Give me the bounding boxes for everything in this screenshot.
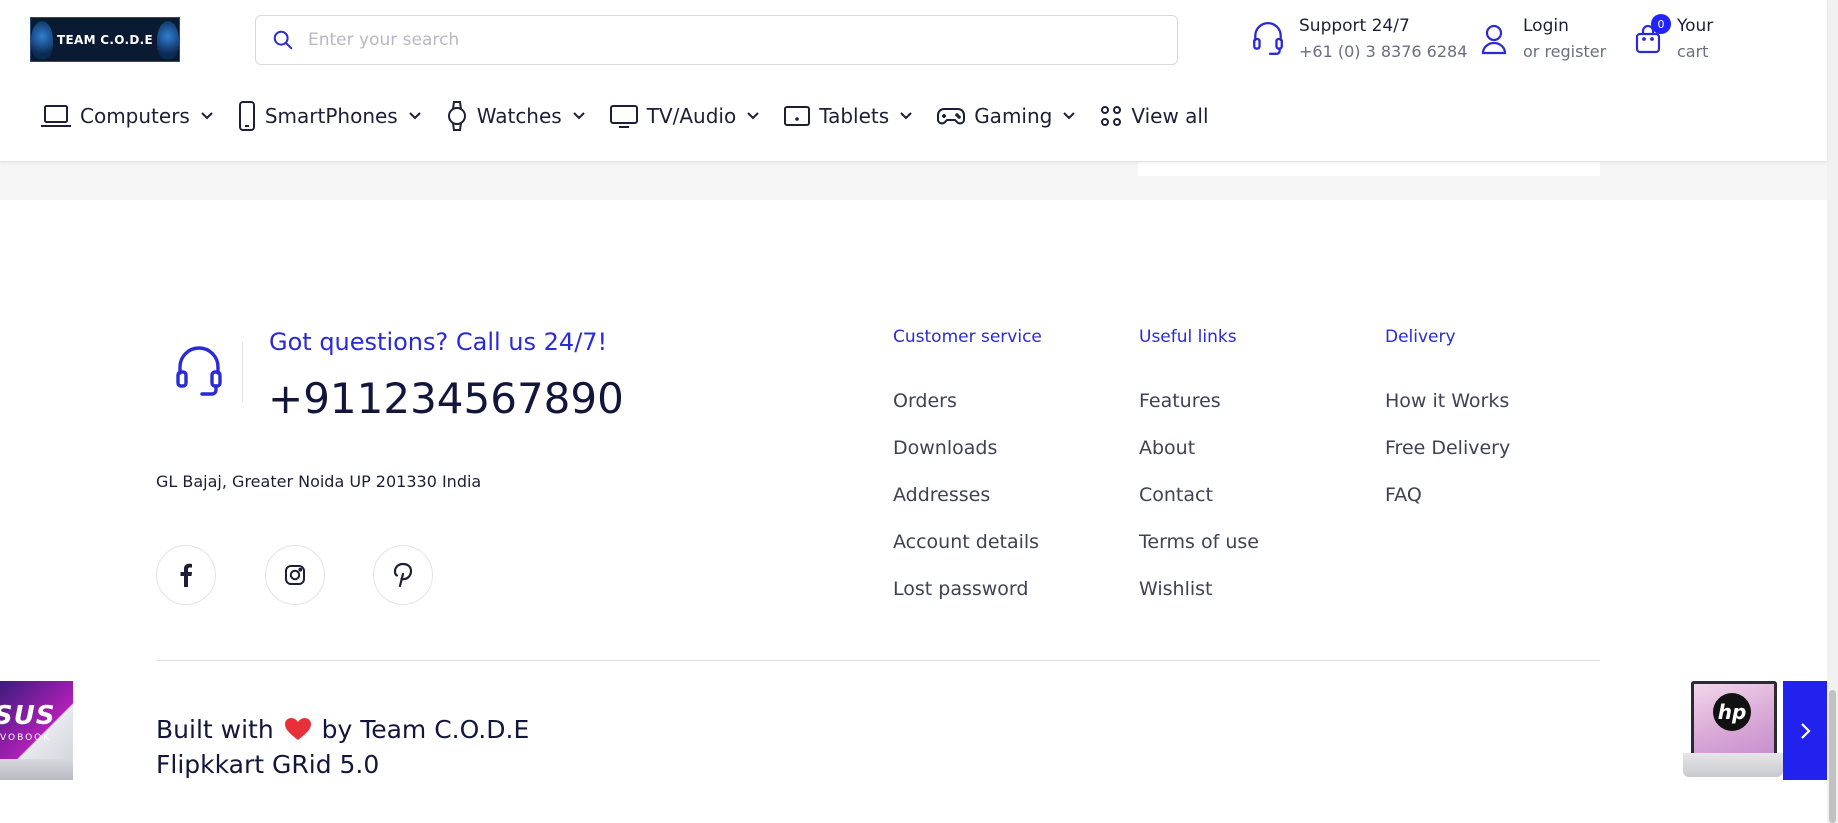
call-title: Got questions? Call us 24/7! [269, 328, 608, 356]
site-header: TEAM C.O.D.E Support 24/7 +61 (0) 3 8376… [0, 0, 1827, 162]
nav-item-tv-audio[interactable]: TV/Audio [609, 103, 760, 129]
footer-link-wishlist[interactable]: Wishlist [1139, 578, 1213, 600]
hp-logo: hp [1713, 693, 1751, 731]
nav-label: TV/Audio [646, 104, 737, 128]
pinterest-icon [393, 562, 413, 588]
logo-mascot-right [156, 20, 179, 59]
watch-icon [447, 101, 466, 131]
nav-item-smartphones[interactable]: SmartPhones [237, 100, 422, 132]
support-title: Support 24/7 [1299, 16, 1410, 36]
nav-item-watches[interactable]: Watches [445, 100, 586, 132]
grid-dots-icon [1101, 106, 1122, 126]
user-icon [1481, 24, 1507, 55]
search-icon[interactable] [272, 29, 294, 51]
footer-link-addresses[interactable]: Addresses [893, 484, 990, 506]
chevron-right-icon [1801, 722, 1811, 739]
nav-label: Computers [80, 104, 190, 128]
headset-icon [1253, 21, 1283, 55]
footer-link-how-it-works[interactable]: How it Works [1385, 390, 1509, 412]
section-card-edge [1138, 162, 1600, 176]
heart-icon [284, 718, 311, 740]
facebook-button[interactable] [156, 545, 216, 605]
login-link[interactable]: Login [1523, 13, 1606, 39]
chevron-down-icon [900, 112, 912, 120]
search-bar [255, 15, 1178, 65]
footer-link-account-details[interactable]: Account details [893, 531, 1039, 553]
nav-item-tablets[interactable]: Tablets [783, 104, 913, 128]
footer-link-terms-of-use[interactable]: Terms of use [1139, 531, 1259, 553]
store-address: GL Bajaj, Greater Noida UP 201330 India [156, 472, 482, 491]
next-slide-button[interactable] [1783, 681, 1827, 780]
thumb-sub-left: VOBOOK [0, 733, 52, 743]
footer-link-downloads[interactable]: Downloads [893, 437, 997, 459]
cart-label-line1: Your [1677, 16, 1714, 36]
thumb-brand-left: SUS [0, 701, 56, 731]
chevron-down-icon [201, 112, 213, 120]
nav-label: Watches [476, 104, 562, 128]
footer-divider [156, 660, 1600, 661]
product-thumb-laptop-left[interactable]: SUS VOBOOK [0, 681, 73, 780]
thumb-laptop-base [0, 759, 73, 780]
credit-prefix: Built with [156, 715, 274, 744]
chevron-down-icon [573, 112, 585, 120]
nav-item-computers[interactable]: Computers [40, 103, 214, 129]
call-separator [242, 342, 243, 402]
facebook-icon [180, 563, 192, 587]
column-title: Delivery [1385, 327, 1456, 347]
cart-count-badge: 0 [1651, 14, 1671, 34]
footer-column-useful-links: Useful links Features About Contact Term… [1139, 327, 1259, 600]
credit-suffix: by Team C.O.D.E [321, 715, 530, 744]
chevron-down-icon [1063, 112, 1076, 120]
tv-icon [609, 105, 638, 128]
column-title: Useful links [1139, 327, 1237, 347]
category-nav: Computers SmartPhones Watches TV/Audio T… [40, 100, 1242, 132]
register-link[interactable]: or register [1523, 39, 1606, 65]
pinterest-button[interactable] [373, 545, 433, 605]
credit-line2: Flipkkart GRid 5.0 [156, 750, 380, 779]
cart-label-line2: cart [1677, 42, 1709, 61]
column-title: Customer service [893, 327, 1042, 347]
instagram-button[interactable] [265, 545, 325, 605]
footer-link-features[interactable]: Features [1139, 390, 1221, 412]
logo-text: TEAM C.O.D.E [57, 32, 153, 47]
support-phone: +61 (0) 3 8376 6284 [1299, 42, 1468, 61]
laptop-icon [41, 105, 71, 127]
footer-link-free-delivery[interactable]: Free Delivery [1385, 437, 1510, 459]
headset-icon [176, 346, 222, 396]
search-input[interactable] [308, 30, 1168, 50]
nav-label: Tablets [819, 104, 890, 128]
footer-link-about[interactable]: About [1139, 437, 1195, 459]
footer-link-faq[interactable]: FAQ [1385, 484, 1422, 506]
thumb-laptop-keyboard [1683, 753, 1783, 777]
footer-link-orders[interactable]: Orders [893, 390, 957, 412]
logo-mascot-left [31, 20, 54, 59]
footer-credit: Built with by Team C.O.D.E Flipkkart GRi… [156, 712, 529, 782]
cart-widget[interactable]: Your cart [1634, 13, 1713, 65]
footer-link-contact[interactable]: Contact [1139, 484, 1213, 506]
nav-item-gaming[interactable]: Gaming [936, 104, 1076, 128]
footer-column-delivery: Delivery How it Works Free Delivery FAQ [1385, 327, 1510, 506]
nav-label-view-all: View all [1131, 104, 1209, 128]
chevron-down-icon [747, 112, 759, 120]
nav-item-view-all[interactable]: View all [1099, 104, 1218, 128]
call-phone[interactable]: +911234567890 [268, 374, 624, 423]
logo[interactable]: TEAM C.O.D.E [30, 17, 180, 62]
gamepad-icon [937, 108, 966, 125]
chevron-down-icon [409, 112, 421, 120]
smartphone-icon [238, 101, 255, 131]
footer-column-customer-service: Customer service Orders Downloads Addres… [893, 327, 1042, 600]
instagram-icon [285, 565, 305, 585]
footer-link-lost-password[interactable]: Lost password [893, 578, 1028, 600]
product-thumb-laptop-right[interactable]: hp [1683, 681, 1783, 780]
nav-label: SmartPhones [264, 104, 398, 128]
support-widget[interactable]: Support 24/7 +61 (0) 3 8376 6284 [1251, 13, 1467, 65]
scrollbar-thumb[interactable] [1829, 690, 1836, 823]
account-widget[interactable]: Login or register [1480, 13, 1606, 65]
tablet-icon [784, 106, 811, 126]
nav-label: Gaming [974, 104, 1053, 128]
